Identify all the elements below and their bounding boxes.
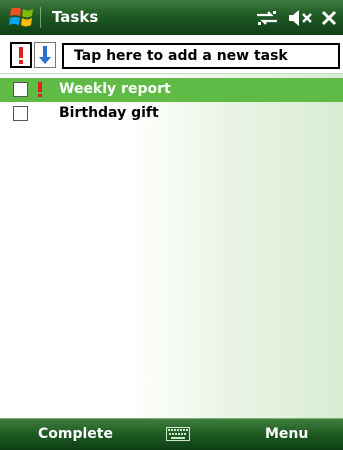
task-checkbox[interactable] (13, 82, 28, 97)
sort-button[interactable] (34, 42, 56, 68)
title-bar: Tasks (0, 0, 343, 35)
complete-softkey[interactable]: Complete (38, 425, 113, 444)
priority-button[interactable] (10, 42, 32, 68)
task-row[interactable]: Birthday gift (0, 102, 343, 126)
task-label: Birthday gift (59, 105, 159, 121)
add-task-field[interactable]: Tap here to add a new task (62, 43, 340, 69)
title-separator (40, 7, 41, 28)
window-title: Tasks (52, 8, 99, 26)
task-list: Weekly report Birthday gift (0, 74, 343, 418)
task-checkbox[interactable] (13, 106, 28, 121)
close-icon[interactable] (320, 8, 338, 28)
red-exclamation-icon (19, 47, 23, 64)
task-row[interactable]: Weekly report (0, 78, 343, 102)
speaker-muted-icon[interactable] (287, 8, 313, 28)
high-priority-icon (38, 82, 42, 97)
blue-arrow-down-icon (39, 46, 51, 64)
keyboard-icon[interactable] (166, 427, 190, 441)
menu-softkey[interactable]: Menu (265, 425, 308, 444)
windows-start-icon[interactable] (9, 4, 35, 30)
connectivity-icon[interactable] (254, 8, 280, 28)
softkey-bar: Complete Menu (0, 418, 343, 450)
task-label: Weekly report (59, 81, 171, 97)
